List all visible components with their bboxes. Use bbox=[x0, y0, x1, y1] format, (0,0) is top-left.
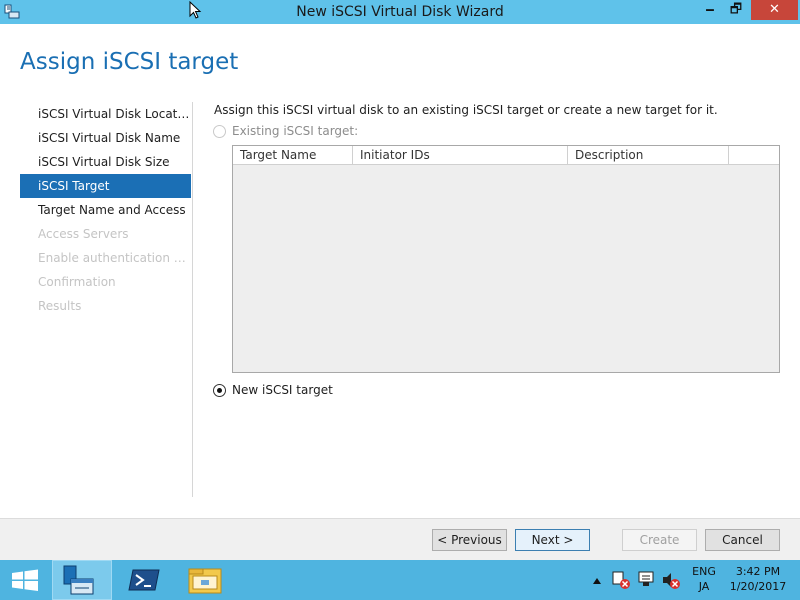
nav-item-size[interactable]: iSCSI Virtual Disk Size bbox=[20, 150, 191, 174]
wizard-footer: < Previous Next > Create Cancel bbox=[0, 518, 800, 560]
server-manager-icon bbox=[63, 565, 94, 595]
nav-item-confirmation: Confirmation bbox=[38, 275, 116, 289]
nav-item-results: Results bbox=[38, 299, 82, 313]
column-extra[interactable] bbox=[729, 146, 779, 164]
title-bar: New iSCSI Virtual Disk Wizard 🗕 🗗 ✕ bbox=[0, 0, 800, 24]
file-explorer-icon bbox=[188, 568, 222, 594]
minimize-icon: 🗕 bbox=[705, 2, 715, 17]
clock-date: 1/20/2017 bbox=[729, 580, 787, 593]
nav-item-location[interactable]: iSCSI Virtual Disk Location bbox=[20, 102, 191, 126]
close-button[interactable]: ✕ bbox=[751, 0, 798, 20]
nav-item-authentication: Enable authentication ser... bbox=[38, 251, 191, 265]
column-target-name[interactable]: Target Name bbox=[233, 146, 353, 164]
targets-grid: Target Name Initiator IDs Description bbox=[232, 145, 780, 373]
wizard-nav: iSCSI Virtual Disk Location iSCSI Virtua… bbox=[20, 102, 191, 318]
nav-item-name[interactable]: iSCSI Virtual Disk Name bbox=[20, 126, 191, 150]
column-initiator-ids[interactable]: Initiator IDs bbox=[353, 146, 568, 164]
create-button: Create bbox=[622, 529, 697, 551]
column-description[interactable]: Description bbox=[568, 146, 729, 164]
powershell-icon bbox=[128, 569, 160, 591]
taskbar-file-explorer[interactable] bbox=[175, 560, 235, 600]
restore-icon: 🗗 bbox=[729, 2, 743, 17]
nav-item-iscsi-target[interactable]: iSCSI Target bbox=[20, 174, 191, 198]
taskbar-server-manager[interactable] bbox=[52, 560, 112, 600]
new-target-label: New iSCSI target bbox=[232, 383, 333, 397]
language-code: ENG bbox=[692, 565, 716, 578]
existing-target-label: Existing iSCSI target: bbox=[232, 124, 359, 138]
nav-item-access-servers: Access Servers bbox=[38, 227, 129, 241]
taskbar-powershell[interactable] bbox=[115, 560, 175, 600]
action-center-icon[interactable] bbox=[636, 560, 658, 600]
grid-header: Target Name Initiator IDs Description bbox=[233, 146, 779, 165]
new-target-option[interactable]: New iSCSI target bbox=[213, 383, 333, 397]
instruction-text: Assign this iSCSI virtual disk to an exi… bbox=[214, 103, 718, 117]
new-target-radio[interactable] bbox=[213, 383, 226, 397]
nav-divider bbox=[192, 102, 193, 497]
taskbar-clock[interactable]: 3:42 PM 1/20/2017 bbox=[727, 564, 789, 594]
close-icon: ✕ bbox=[769, 2, 780, 17]
nav-item-target-name-access[interactable]: Target Name and Access bbox=[20, 198, 191, 222]
next-button[interactable]: Next > bbox=[515, 529, 590, 551]
taskbar: ENG JA 3:42 PM 1/20/2017 bbox=[0, 560, 800, 600]
previous-button[interactable]: < Previous bbox=[432, 529, 507, 551]
window-title: New iSCSI Virtual Disk Wizard bbox=[296, 4, 504, 20]
ime-code: JA bbox=[698, 580, 710, 593]
tray-overflow-icon[interactable] bbox=[590, 560, 604, 600]
input-language-indicator[interactable]: ENG JA bbox=[688, 564, 720, 594]
clock-time: 3:42 PM bbox=[735, 565, 781, 578]
restore-button[interactable]: 🗗 bbox=[723, 0, 749, 20]
existing-target-radio[interactable] bbox=[213, 124, 226, 138]
volume-muted-icon[interactable] bbox=[660, 560, 682, 600]
cancel-button[interactable]: Cancel bbox=[705, 529, 780, 551]
minimize-button[interactable]: 🗕 bbox=[697, 0, 723, 20]
start-icon[interactable] bbox=[0, 560, 52, 600]
existing-target-option[interactable]: Existing iSCSI target: bbox=[213, 124, 358, 138]
network-warning-icon[interactable] bbox=[610, 560, 632, 600]
page-title: Assign iSCSI target bbox=[20, 49, 239, 75]
